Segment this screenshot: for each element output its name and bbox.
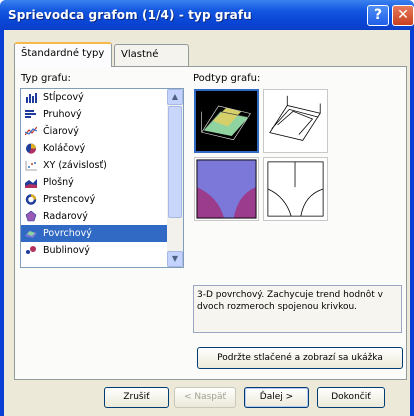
pie-chart-icon: [25, 143, 37, 154]
chart-type-list[interactable]: Stĺpcový Pruhový Čiarový Koláčový XY (zá…: [20, 88, 184, 268]
chart-type-item-label: XY (závislosť): [43, 160, 107, 171]
area-chart-icon: [25, 177, 37, 188]
chart-type-item-doughnut[interactable]: Prstencový: [21, 191, 169, 208]
finish-button[interactable]: Dokončiť: [317, 387, 385, 408]
line-chart-icon: [24, 126, 38, 137]
chart-description: 3-D povrchový. Zachycuje trend hodnôt v …: [193, 285, 402, 333]
preview-button[interactable]: Podržte stlačené a zobrazí sa ukážka: [197, 347, 403, 369]
subtype-3d-wireframe[interactable]: [263, 89, 328, 153]
chart-type-item-label: Povrchový: [43, 228, 92, 239]
wireframe-contour-thumbnail-icon: [267, 161, 324, 217]
subtype-3d-surface[interactable]: [194, 89, 259, 153]
tab-standard-types[interactable]: Štandardné typy: [14, 42, 112, 67]
chart-type-item-label: Radarový: [43, 211, 88, 222]
radar-chart-icon: [25, 210, 37, 222]
chart-type-label: Typ grafu:: [21, 73, 71, 84]
dialog-body: Štandardné typy Vlastné typy Typ grafu: …: [4, 30, 410, 416]
contour-thumbnail-icon: [196, 159, 257, 219]
chart-type-item-label: Bublinový: [43, 245, 90, 256]
chart-type-item-label: Pruhový: [43, 109, 82, 120]
subtype-contour[interactable]: [194, 157, 259, 221]
bubble-chart-icon: [25, 245, 37, 256]
chart-type-list-scrollbar[interactable]: ▲ ▼: [167, 89, 183, 267]
chart-type-item-label: Prstencový: [43, 194, 96, 205]
chart-type-item-line[interactable]: Čiarový: [21, 123, 169, 140]
tab-custom-types[interactable]: Vlastné typy: [114, 44, 189, 80]
chart-type-item-label: Čiarový: [43, 126, 79, 137]
chart-type-item-label: Koláčový: [43, 143, 86, 154]
subtype-wireframe-contour[interactable]: [263, 157, 328, 221]
chart-subtype-grid: [193, 88, 331, 223]
back-button[interactable]: < Naspäť: [174, 387, 236, 408]
chart-type-item-label: Plošný: [43, 177, 74, 188]
next-button[interactable]: Ďalej >: [244, 387, 309, 408]
title-bar[interactable]: Sprievodca grafom (1/4) - typ grafu ? ✕: [0, 0, 414, 30]
scatter-chart-icon: [25, 160, 37, 171]
chart-subtype-label: Podtyp grafu:: [193, 73, 261, 84]
help-button[interactable]: ?: [367, 5, 389, 26]
chart-wizard-window: Sprievodca grafom (1/4) - typ grafu ? ✕ …: [0, 0, 414, 416]
surface-chart-icon: [25, 228, 37, 239]
scroll-up-button[interactable]: ▲: [167, 89, 183, 105]
chart-type-item-bubble[interactable]: Bublinový: [21, 242, 169, 259]
window-title: Sprievodca grafom (1/4) - typ grafu: [8, 8, 252, 22]
chart-type-item-pie[interactable]: Koláčový: [21, 140, 169, 157]
chart-type-item-area[interactable]: Plošný: [21, 174, 169, 191]
chart-type-item-column[interactable]: Stĺpcový: [21, 89, 169, 106]
scroll-down-button[interactable]: ▼: [167, 251, 183, 267]
chart-type-item-xy[interactable]: XY (závislosť): [21, 157, 169, 174]
chart-type-item-bar[interactable]: Pruhový: [21, 106, 169, 123]
tab-panel: Typ grafu: Podtyp grafu: Stĺpcový Pruhov…: [14, 66, 407, 380]
bar-chart-icon: [25, 109, 37, 120]
cancel-button[interactable]: Zrušiť: [104, 387, 169, 408]
scroll-thumb[interactable]: [168, 106, 182, 218]
3d-surface-thumbnail-icon: [201, 105, 251, 141]
3d-wireframe-thumbnail-icon: [269, 95, 321, 141]
chart-type-item-radar[interactable]: Radarový: [21, 208, 169, 225]
doughnut-chart-icon: [25, 194, 37, 205]
chart-type-item-surface[interactable]: Povrchový: [21, 225, 169, 242]
close-button[interactable]: ✕: [392, 5, 414, 26]
column-chart-icon: [25, 92, 37, 103]
chart-type-item-label: Stĺpcový: [43, 92, 84, 103]
